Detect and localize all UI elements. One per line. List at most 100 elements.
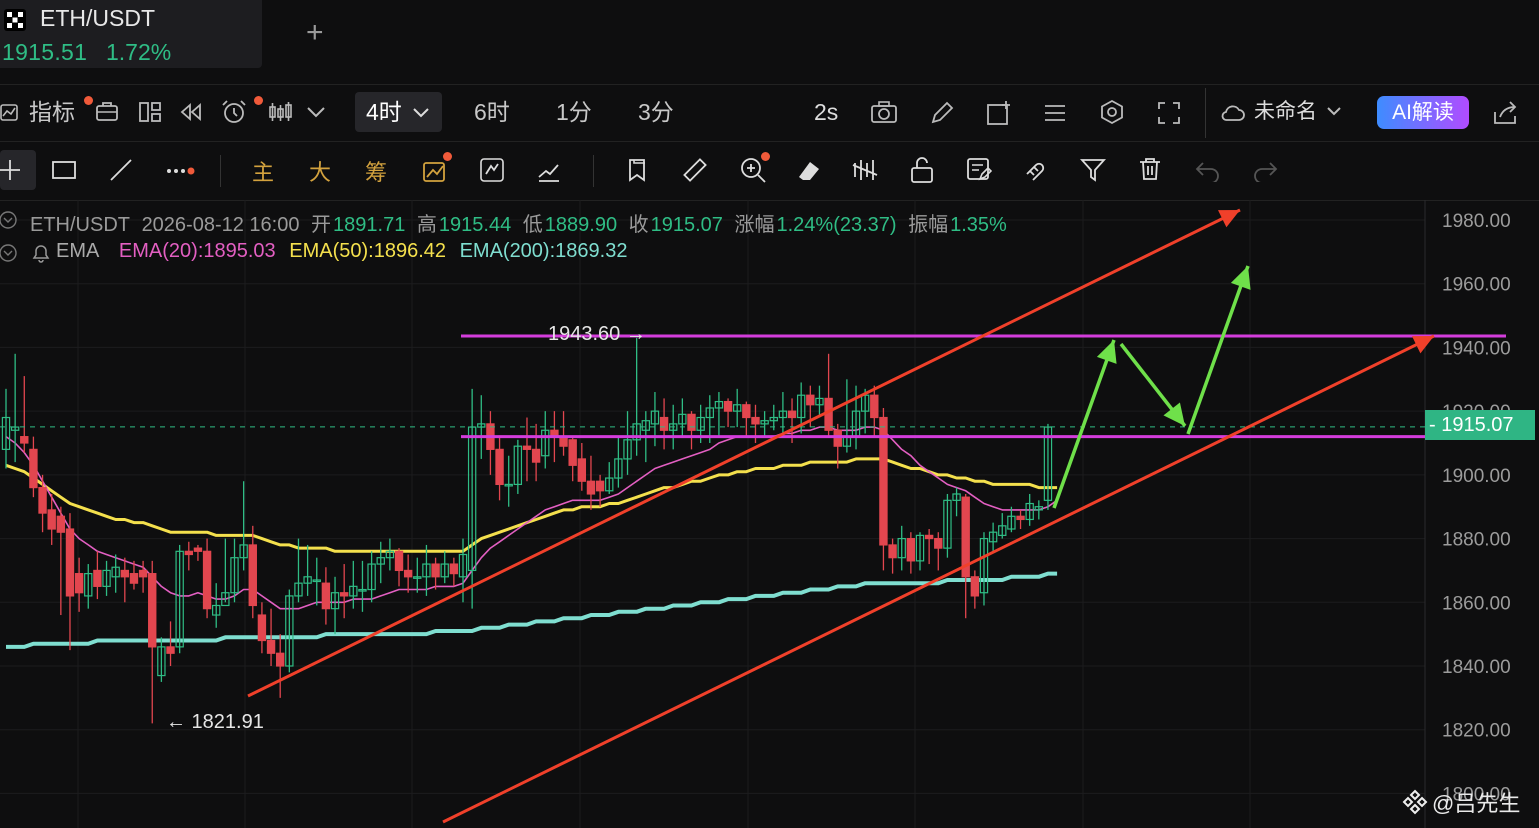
layout-name[interactable]: 未命名 bbox=[1254, 85, 1317, 141]
signal-tool-icon[interactable] bbox=[422, 157, 448, 183]
candle-body bbox=[138, 569, 148, 578]
projection-up-arrow-head bbox=[1096, 340, 1117, 364]
sync-icon[interactable] bbox=[479, 157, 505, 183]
share-icon[interactable] bbox=[1492, 100, 1520, 126]
eraser-icon[interactable] bbox=[796, 157, 822, 183]
candle-body bbox=[888, 544, 897, 559]
candle-body bbox=[934, 537, 943, 549]
legend-open-label: 开 bbox=[311, 214, 332, 236]
alarm-badge-icon bbox=[254, 96, 263, 105]
candle-body bbox=[449, 563, 459, 575]
y-tick-label: 1900.00 bbox=[1442, 466, 1511, 487]
lower-channel-line bbox=[442, 334, 1435, 824]
redo-icon[interactable] bbox=[1252, 160, 1278, 182]
ruler-icon[interactable] bbox=[682, 157, 708, 183]
legend-collapse-icon[interactable] bbox=[0, 210, 20, 230]
alarm-icon[interactable] bbox=[220, 99, 248, 125]
ema-name: EMA bbox=[56, 240, 100, 262]
candle-body bbox=[1016, 515, 1025, 521]
settings-icon[interactable] bbox=[1099, 99, 1125, 125]
add-tab-button[interactable]: + bbox=[306, 16, 324, 50]
cloud-icon[interactable] bbox=[1220, 103, 1246, 123]
ema20-value: EMA(20):1895.03 bbox=[118, 240, 276, 262]
legend-close: 1915.07 bbox=[650, 214, 723, 236]
trendline-icon[interactable] bbox=[108, 157, 134, 183]
candle-body bbox=[586, 480, 596, 495]
main-chart-tool[interactable]: 主 bbox=[252, 155, 274, 187]
tab-price: 1915.51 bbox=[2, 39, 88, 65]
candle-body bbox=[495, 448, 504, 486]
candle-body bbox=[321, 582, 331, 610]
list-icon[interactable] bbox=[1042, 101, 1068, 125]
layout-chevron-icon[interactable] bbox=[1325, 105, 1343, 119]
ema-collapse-icon[interactable] bbox=[0, 243, 20, 263]
candle-body bbox=[723, 400, 733, 412]
candle-body bbox=[166, 646, 175, 654]
edit-list-icon[interactable] bbox=[966, 157, 992, 183]
legend-high-label: 高 bbox=[416, 214, 437, 236]
candle-body bbox=[47, 509, 56, 530]
candle-body bbox=[184, 550, 193, 556]
candle-body bbox=[266, 639, 276, 654]
symbol-tab[interactable]: ETH/USDT 1915.51 1.72% bbox=[0, 0, 262, 68]
candle-body bbox=[193, 547, 203, 552]
chevron-down-icon[interactable] bbox=[305, 104, 327, 120]
big-order-tool[interactable]: 大 bbox=[309, 155, 331, 187]
indicators-button[interactable]: 指标 bbox=[29, 85, 75, 141]
timeframe-4h[interactable]: 4时 bbox=[366, 85, 402, 141]
timeframe-6h[interactable]: 6时 bbox=[474, 85, 510, 141]
timeframe-chevron-icon[interactable] bbox=[411, 106, 431, 120]
indicator-icon[interactable] bbox=[0, 103, 20, 123]
fullscreen-icon[interactable] bbox=[1157, 101, 1181, 125]
bookmark-icon[interactable] bbox=[626, 157, 650, 183]
y-tick-label: 1880.00 bbox=[1442, 530, 1511, 551]
projection-pullback-arrow-head bbox=[1163, 402, 1185, 426]
drawing-toolbar bbox=[0, 142, 1539, 201]
candle-body bbox=[577, 458, 587, 482]
y-tick-label: 1940.00 bbox=[1442, 338, 1511, 359]
magnet-icon[interactable] bbox=[1022, 157, 1048, 183]
undo-icon[interactable] bbox=[1195, 160, 1221, 182]
ai-analysis-button[interactable]: AI解读 bbox=[1377, 96, 1469, 129]
legend-close-label: 收 bbox=[628, 214, 649, 236]
candle-body bbox=[787, 410, 797, 419]
candle-body bbox=[531, 448, 541, 463]
lock-icon[interactable] bbox=[909, 156, 935, 184]
candle-body bbox=[568, 439, 577, 466]
projection-breakout-arrow-head bbox=[1230, 266, 1251, 290]
add-window-icon[interactable] bbox=[986, 100, 1012, 126]
legend-change-label: 涨幅 bbox=[734, 214, 775, 236]
trash-icon[interactable] bbox=[1137, 156, 1163, 182]
y-tick-label: 1980.00 bbox=[1442, 211, 1511, 232]
y-tick-label: 1840.00 bbox=[1442, 657, 1511, 678]
filter-icon[interactable] bbox=[1080, 158, 1106, 182]
projection-up-arrow bbox=[1052, 339, 1116, 509]
rectangle-icon[interactable] bbox=[51, 159, 77, 181]
y-tick-label: 1820.00 bbox=[1442, 721, 1511, 742]
template-icon[interactable] bbox=[95, 100, 119, 124]
camera-icon[interactable] bbox=[870, 100, 898, 124]
zoom-badge-icon bbox=[761, 152, 770, 161]
more-tools-icon[interactable] bbox=[166, 166, 196, 176]
legend-amplitude: 1.35% bbox=[950, 214, 1007, 236]
crosshair-icon[interactable] bbox=[0, 158, 24, 182]
compare-symbol-icon[interactable] bbox=[852, 157, 878, 183]
candle-body bbox=[906, 537, 916, 562]
layout-icon[interactable] bbox=[138, 100, 162, 124]
legend-low: 1889.90 bbox=[544, 214, 618, 236]
ema50-line bbox=[5, 457, 1058, 553]
bell-icon[interactable] bbox=[30, 243, 52, 263]
candle-body bbox=[56, 515, 66, 533]
chip-distribution-tool[interactable]: 筹 bbox=[365, 155, 387, 187]
replay-icon[interactable] bbox=[178, 100, 204, 124]
candle-body bbox=[20, 436, 29, 444]
candle-body bbox=[742, 404, 751, 419]
refresh-interval[interactable]: 2s bbox=[814, 85, 838, 141]
pencil-icon[interactable] bbox=[929, 100, 955, 126]
timeframe-1m[interactable]: 1分 bbox=[556, 85, 592, 141]
legend-change: 1.24%(23.37) bbox=[776, 214, 897, 236]
y-tick-label: 1860.00 bbox=[1442, 593, 1511, 614]
timeframe-3m[interactable]: 3分 bbox=[638, 85, 674, 141]
compare-icon[interactable] bbox=[536, 157, 562, 183]
candle-type-icon[interactable] bbox=[268, 101, 294, 123]
